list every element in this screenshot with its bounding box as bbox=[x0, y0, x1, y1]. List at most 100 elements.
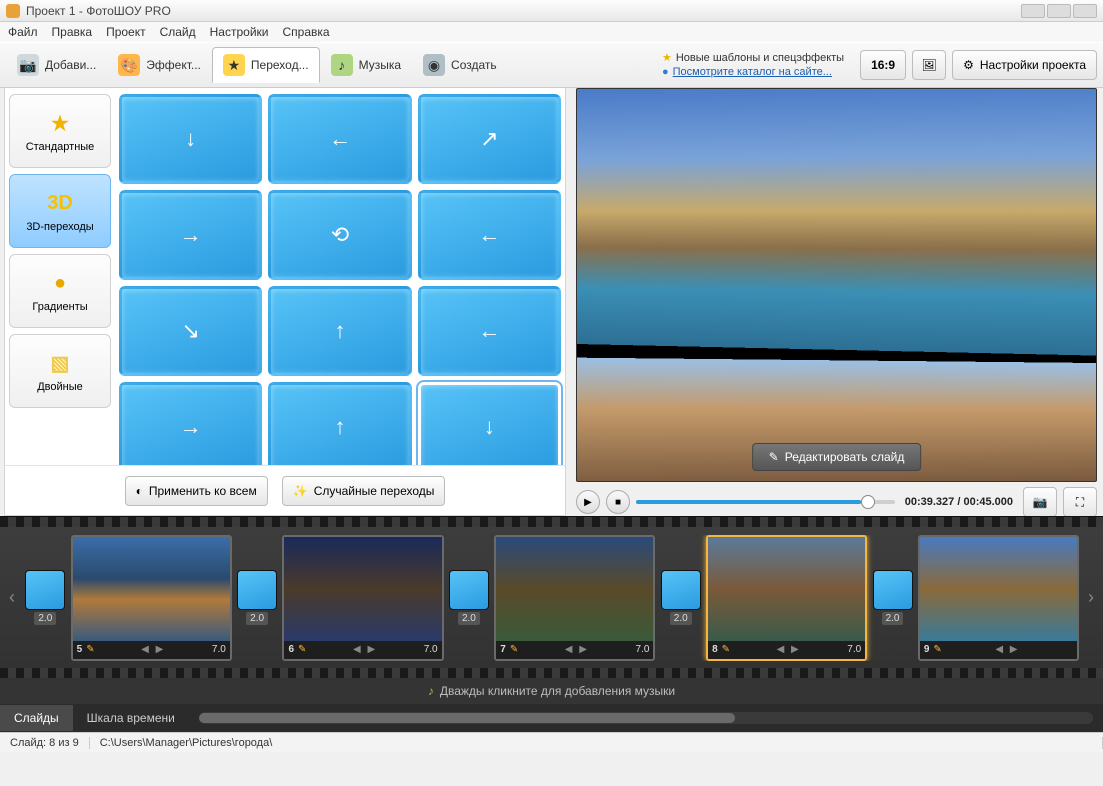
slide-card[interactable]: 6✎◀ ▶7.0 bbox=[282, 535, 443, 661]
transition-thumb[interactable]: ↗ bbox=[418, 94, 561, 184]
menu-help[interactable]: Справка bbox=[282, 25, 329, 39]
slide-duration: 7.0 bbox=[847, 644, 861, 655]
timeline-scrollbar[interactable] bbox=[199, 712, 1093, 724]
slide-info-bar: 9✎◀ ▶ bbox=[920, 641, 1077, 659]
threeD-icon: 3D bbox=[42, 189, 78, 217]
main-toolbar: 📷 Добави... 🎨 Эффект... ★ Переход... ♪ М… bbox=[0, 42, 1103, 88]
notes-icon: ▧ bbox=[42, 349, 78, 377]
transition-chip-duration: 2.0 bbox=[458, 612, 480, 625]
pencil-icon: ✎ bbox=[933, 644, 941, 655]
transition-thumb[interactable]: ↘ bbox=[119, 286, 262, 376]
slide-duration: 7.0 bbox=[212, 644, 226, 655]
film-edge-top bbox=[0, 517, 1103, 527]
transition-chip[interactable]: 2.0 bbox=[871, 570, 914, 625]
transition-thumb[interactable]: ↓ bbox=[119, 94, 262, 184]
tab-effects[interactable]: 🎨 Эффект... bbox=[107, 47, 212, 83]
app-icon bbox=[6, 4, 20, 18]
fullscreen-button[interactable]: ⛶ bbox=[1063, 487, 1097, 517]
status-slide: Слайд: 8 из 9 bbox=[0, 737, 90, 749]
transition-thumb[interactable]: ← bbox=[418, 286, 561, 376]
transition-chip-thumb bbox=[237, 570, 277, 610]
edit-slide-label: Редактировать слайд bbox=[785, 450, 905, 464]
transition-thumb[interactable]: ↑ bbox=[268, 286, 411, 376]
transition-chip[interactable]: 2.0 bbox=[659, 570, 702, 625]
timeline-tab-scale[interactable]: Шкала времени bbox=[73, 705, 189, 731]
transition-chip-duration: 2.0 bbox=[34, 612, 56, 625]
seek-slider[interactable] bbox=[636, 500, 895, 504]
category-gradients[interactable]: ● Градиенты bbox=[9, 254, 111, 328]
preview-image-top bbox=[577, 88, 1097, 356]
apply-all-button[interactable]: ◐ Применить ко всем bbox=[125, 476, 268, 506]
playback-bar: ▶ ■ 00:39.327 / 00:45.000 📷 ⛶ bbox=[576, 482, 1097, 516]
timeline-next-button[interactable]: › bbox=[1079, 587, 1103, 608]
transition-thumb[interactable]: ← bbox=[268, 94, 411, 184]
menu-bar: Файл Правка Проект Слайд Настройки Справ… bbox=[0, 22, 1103, 42]
transition-chip-thumb bbox=[449, 570, 489, 610]
timeline-tab-slides[interactable]: Слайды bbox=[0, 705, 73, 731]
menu-slide[interactable]: Слайд bbox=[160, 25, 196, 39]
pencil-icon: ✎ bbox=[510, 644, 518, 655]
transition-chip[interactable]: 2.0 bbox=[236, 570, 279, 625]
stop-button[interactable]: ■ bbox=[606, 490, 630, 514]
slide-card[interactable]: 5✎◀ ▶7.0 bbox=[71, 535, 232, 661]
category-3d[interactable]: 3D 3D-переходы bbox=[9, 174, 111, 248]
transition-thumb[interactable]: → bbox=[119, 382, 262, 465]
menu-edit[interactable]: Правка bbox=[52, 25, 93, 39]
minimize-button[interactable] bbox=[1021, 4, 1045, 18]
transition-thumb[interactable]: ⟲ bbox=[268, 190, 411, 280]
slide-card[interactable]: 8✎◀ ▶7.0 bbox=[706, 535, 867, 661]
transition-chip-thumb bbox=[873, 570, 913, 610]
edit-slide-button[interactable]: ✎ Редактировать слайд bbox=[752, 443, 922, 471]
menu-file[interactable]: Файл bbox=[8, 25, 38, 39]
project-settings-button[interactable]: ⚙ Настройки проекта bbox=[952, 50, 1097, 80]
category-standard-label: Стандартные bbox=[26, 141, 95, 153]
tab-transitions[interactable]: ★ Переход... bbox=[212, 47, 320, 83]
music-track[interactable]: Дважды кликните для добавления музыки bbox=[0, 678, 1103, 704]
star-icon: ★ bbox=[223, 54, 245, 76]
play-button[interactable]: ▶ bbox=[576, 490, 600, 514]
slide-info-bar: 7✎◀ ▶7.0 bbox=[496, 641, 653, 659]
category-double-label: Двойные bbox=[37, 381, 83, 393]
menu-project[interactable]: Проект bbox=[106, 25, 146, 39]
transition-grid[interactable]: ↓ ← ↗ → ⟲ ← ↘ ↑ ← → ↑ ↓ ⟳ ⟲ ↕ bbox=[115, 88, 565, 465]
tab-create[interactable]: ◉ Создать bbox=[412, 47, 508, 83]
slide-nav-icons: ◀ ▶ bbox=[99, 644, 208, 655]
slide-number: 7 bbox=[500, 644, 506, 655]
category-standard[interactable]: ★ Стандартные bbox=[9, 94, 111, 168]
tab-music[interactable]: ♪ Музыка bbox=[320, 47, 412, 83]
slide-number: 6 bbox=[288, 644, 294, 655]
transition-chip[interactable]: 2.0 bbox=[24, 570, 67, 625]
timeline-strip[interactable]: 2.05✎◀ ▶7.02.06✎◀ ▶7.02.07✎◀ ▶7.02.08✎◀ … bbox=[24, 535, 1079, 661]
close-button[interactable] bbox=[1073, 4, 1097, 18]
transition-chip[interactable]: 2.0 bbox=[448, 570, 491, 625]
slide-card[interactable]: 7✎◀ ▶7.0 bbox=[494, 535, 655, 661]
aspect-ratio-button[interactable]: 16:9 bbox=[860, 50, 906, 80]
background-button[interactable]: 🖼 bbox=[912, 50, 946, 80]
globe-icon: ◐ bbox=[136, 484, 143, 498]
reel-icon: ◉ bbox=[423, 54, 445, 76]
pencil-icon: ✎ bbox=[722, 644, 730, 655]
catalog-link[interactable]: Посмотрите каталог на сайте... bbox=[662, 65, 844, 79]
transition-thumb[interactable]: ↑ bbox=[268, 382, 411, 465]
camera-icon: 📷 bbox=[17, 54, 39, 76]
slide-duration: 7.0 bbox=[424, 644, 438, 655]
transition-thumb[interactable]: → bbox=[119, 190, 262, 280]
timeline-prev-button[interactable]: ‹ bbox=[0, 587, 24, 608]
menu-settings[interactable]: Настройки bbox=[210, 25, 269, 39]
transition-chip-duration: 2.0 bbox=[882, 612, 904, 625]
transition-thumb-selected[interactable]: ↓ bbox=[418, 382, 561, 465]
transition-thumb[interactable]: ← bbox=[418, 190, 561, 280]
random-transitions-button[interactable]: ✨ Случайные переходы bbox=[282, 476, 446, 506]
palette-icon: 🎨 bbox=[118, 54, 140, 76]
slide-number: 8 bbox=[712, 644, 718, 655]
snapshot-button[interactable]: 📷 bbox=[1023, 487, 1057, 517]
seek-knob[interactable] bbox=[861, 495, 875, 509]
slide-duration: 7.0 bbox=[635, 644, 649, 655]
tab-add[interactable]: 📷 Добави... bbox=[6, 47, 107, 83]
maximize-button[interactable] bbox=[1047, 4, 1071, 18]
slide-card[interactable]: 9✎◀ ▶ bbox=[918, 535, 1079, 661]
templates-info: Новые шаблоны и спецэффекты bbox=[662, 51, 844, 65]
category-double[interactable]: ▧ Двойные bbox=[9, 334, 111, 408]
slide-nav-icons: ◀ ▶ bbox=[946, 644, 1069, 655]
slide-thumbnail bbox=[496, 537, 653, 641]
